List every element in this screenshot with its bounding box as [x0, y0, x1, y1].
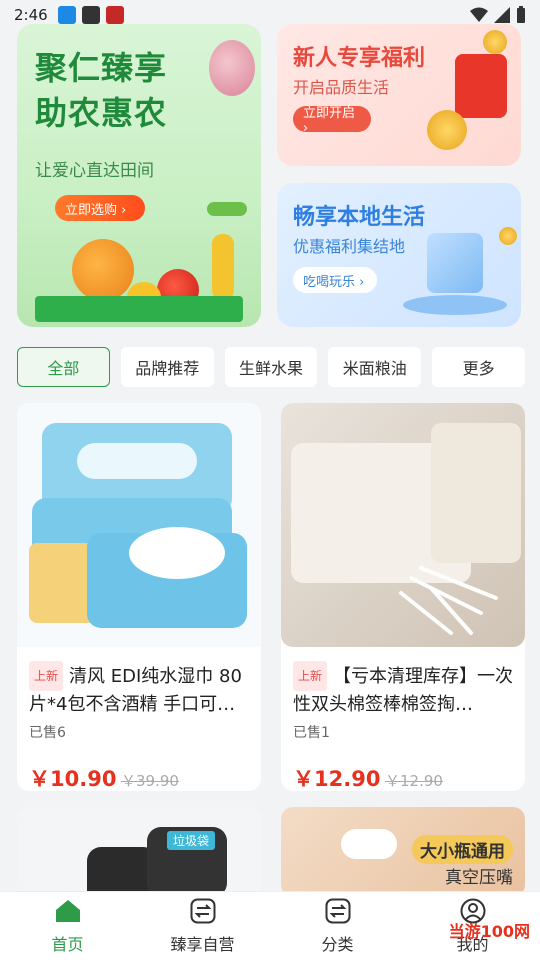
banner-title: 畅享本地生活	[293, 205, 426, 230]
pumpkin-image	[72, 239, 134, 301]
banner-title-line2: 助农惠农	[35, 94, 168, 132]
exchange-icon	[189, 897, 217, 925]
banner-title-line1: 聚仁臻享	[35, 49, 168, 87]
corn-image	[212, 234, 234, 300]
sold-count: 已售6	[29, 725, 66, 741]
download-icon	[57, 6, 76, 24]
nav-label: 臻享自营	[170, 935, 235, 954]
app-notification-icon	[81, 6, 100, 24]
category-tabs: 全部 品牌推荐 生鲜水果 米面粮油 更多	[17, 347, 525, 387]
eat-drink-play-button[interactable]: 吃喝玩乐 ›	[293, 267, 377, 293]
platform-image	[403, 295, 507, 315]
category-icon	[324, 897, 352, 925]
onion-image	[209, 40, 255, 96]
peas-image	[207, 202, 247, 216]
pump-foam-image	[341, 829, 397, 859]
produce-stage	[35, 296, 243, 322]
product-price: ￥10.90	[29, 767, 117, 791]
nav-self-operated[interactable]: 臻享自营	[135, 892, 270, 960]
banner-subtitle: 开启品质生活	[293, 78, 390, 97]
buy-now-button[interactable]: 立即选购 ›	[55, 195, 145, 221]
new-tag: 上新	[29, 661, 64, 691]
product-card[interactable]: 上新 【亏本清理库存】一次性双头棉签棒棉签掏… 已售1 ￥12.90 ￥12.90	[281, 403, 525, 791]
product-title: 上新 【亏本清理库存】一次性双头棉签棒棉签掏…	[293, 661, 517, 717]
gold-coins-image	[427, 110, 467, 150]
app-notification-icon-2	[105, 6, 124, 24]
nav-home[interactable]: 首页	[0, 892, 135, 960]
product-image-wipes	[17, 403, 261, 647]
pump-sub-label: 真空压嘴	[445, 868, 513, 888]
product-card[interactable]: 上新 清风 EDI纯水湿巾 80片*4包不含酒精 手口可… 已售6 ￥10.90 …	[17, 403, 261, 791]
banner-farm-support[interactable]: 聚仁臻享 助农惠农 让爱心直达田间 立即选购 ›	[17, 24, 261, 327]
banner-newcomer[interactable]: 新人专享福利 开启品质生活 立即开启 ›	[277, 24, 521, 166]
new-tag: 上新	[293, 661, 328, 691]
product-card[interactable]: 大小瓶通用 真空压嘴	[281, 807, 525, 897]
product-title: 上新 清风 EDI纯水湿巾 80片*4包不含酒精 手口可…	[29, 661, 253, 717]
tab-fresh-fruit[interactable]: 生鲜水果	[224, 347, 318, 387]
gold-coin-image	[483, 30, 507, 54]
cotton-swabs-illustration	[291, 423, 521, 635]
banner-title: 新人专享福利	[293, 46, 426, 71]
gift-box-image	[427, 233, 483, 293]
pump-label: 大小瓶通用	[412, 835, 513, 864]
start-now-button[interactable]: 立即开启 ›	[293, 106, 371, 136]
tab-brand-recommend[interactable]: 品牌推荐	[120, 347, 214, 387]
banner-local-life[interactable]: 畅享本地生活 优惠福利集结地 吃喝玩乐 ›	[277, 183, 521, 327]
product-price: ￥12.90	[293, 767, 381, 791]
wet-wipes-illustration	[29, 423, 247, 628]
banner-subtitle: 优惠福利集结地	[293, 237, 406, 256]
clock: 2:46	[14, 6, 48, 24]
red-envelope-image	[455, 54, 507, 118]
bag-label: 垃圾袋	[167, 831, 216, 850]
product-image-garbage-bags: 垃圾袋	[17, 807, 261, 897]
battery-icon	[517, 6, 525, 23]
original-price: ￥39.90	[121, 772, 179, 790]
wifi-icon	[470, 7, 488, 22]
signal-icon	[494, 7, 510, 23]
tab-rice-flour-oil[interactable]: 米面粮油	[328, 347, 422, 387]
tab-all[interactable]: 全部	[17, 347, 110, 387]
banner-subtitle: 让爱心直达田间	[35, 161, 154, 181]
product-card[interactable]: 垃圾袋	[17, 807, 261, 897]
banner-title: 聚仁臻享 助农惠农	[35, 46, 167, 136]
product-image-cotton-swabs	[281, 403, 525, 647]
home-icon	[54, 897, 82, 925]
product-image-pump-bottle: 大小瓶通用 真空压嘴	[281, 807, 525, 897]
nav-label: 首页	[51, 935, 84, 954]
nav-category[interactable]: 分类	[270, 892, 405, 960]
original-price: ￥12.90	[385, 772, 443, 790]
sold-count: 已售1	[293, 725, 330, 741]
watermark-logo: 当游100网	[448, 922, 530, 941]
tab-more[interactable]: 更多	[432, 347, 525, 387]
gold-coin-image	[499, 227, 517, 245]
nav-label: 分类	[321, 935, 354, 954]
status-indicators	[470, 6, 526, 24]
